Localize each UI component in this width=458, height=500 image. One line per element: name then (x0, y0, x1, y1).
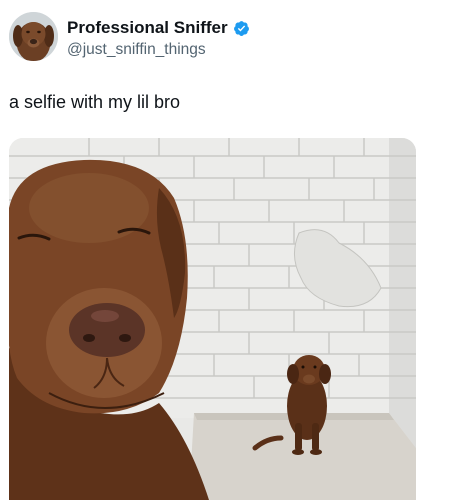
tweet-photo[interactable] (9, 138, 416, 500)
tweet-header: Professional Sniffer @just_sniffin_thing… (9, 12, 449, 64)
author-handle[interactable]: @just_sniffin_things (67, 40, 250, 60)
author-avatar[interactable] (9, 12, 58, 61)
dog-selfie-photo (9, 138, 416, 500)
tweet-text: a selfie with my lil bro (9, 92, 181, 112)
display-name-row: Professional Sniffer (67, 17, 250, 39)
verified-badge-icon[interactable] (233, 20, 250, 37)
author-names: Professional Sniffer @just_sniffin_thing… (67, 17, 250, 60)
author-display-name[interactable]: Professional Sniffer (67, 17, 228, 39)
brown-dog-avatar-icon (9, 12, 58, 61)
